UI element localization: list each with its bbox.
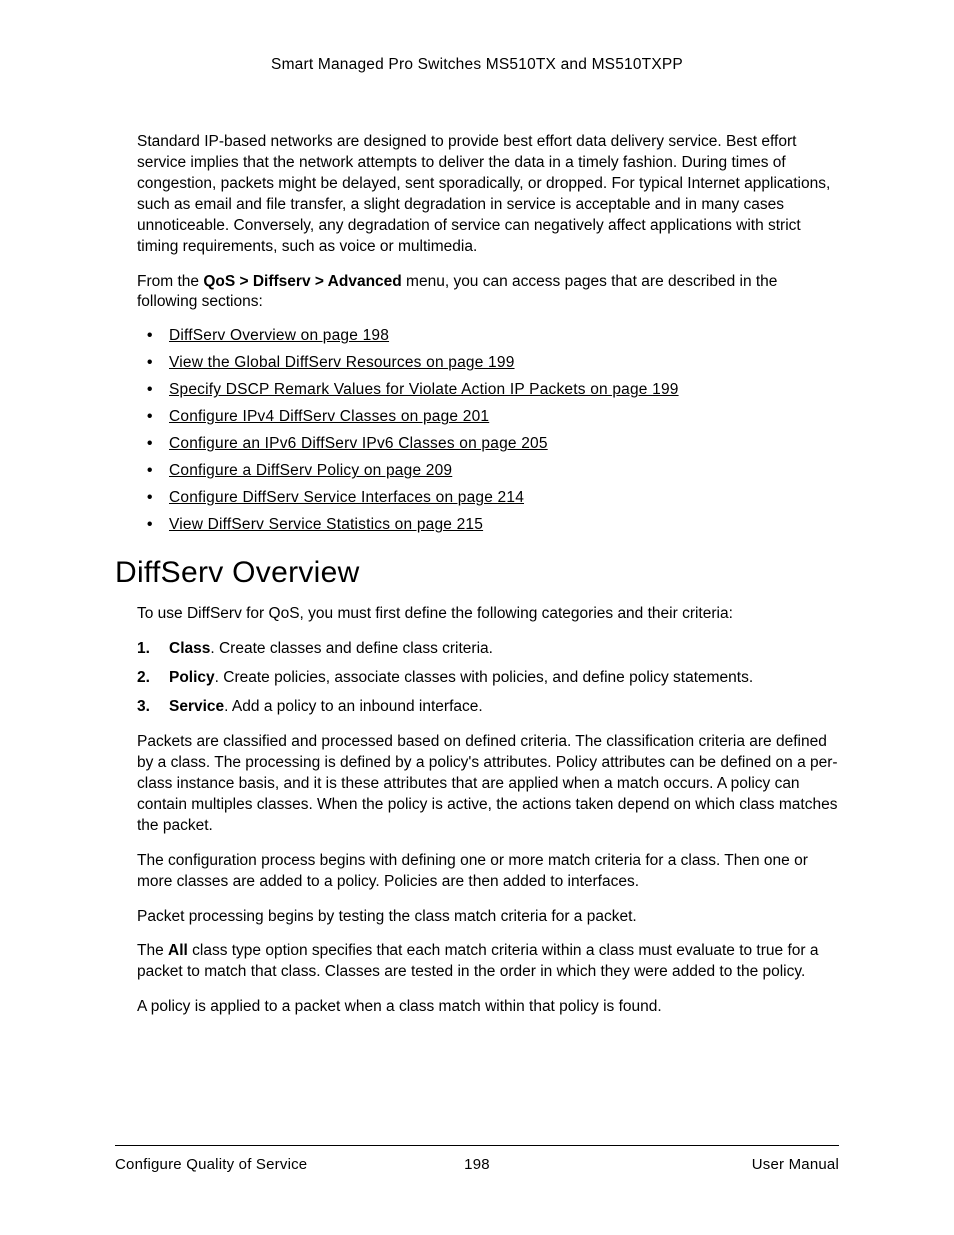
- steps-list: Class. Create classes and define class c…: [137, 639, 839, 718]
- page-header-title: Smart Managed Pro Switches MS510TX and M…: [115, 56, 839, 74]
- section-paragraph-5: A policy is applied to a packet when a c…: [137, 997, 839, 1018]
- link-diffserv-policy[interactable]: Configure a DiffServ Policy on page 209: [169, 462, 452, 479]
- link-diffserv-service-interfaces[interactable]: Configure DiffServ Service Interfaces on…: [169, 489, 524, 506]
- link-dscp-remark-values[interactable]: Specify DSCP Remark Values for Violate A…: [169, 381, 679, 398]
- p4-bold: All: [168, 942, 188, 959]
- step-policy: Policy. Create policies, associate class…: [137, 668, 839, 689]
- link-ipv4-diffserv-classes[interactable]: Configure IPv4 DiffServ Classes on page …: [169, 408, 489, 425]
- section-heading-diffserv-overview: DiffServ Overview: [115, 556, 839, 590]
- step-term: Policy: [169, 669, 215, 686]
- section-lead: To use DiffServ for QoS, you must first …: [137, 604, 839, 625]
- section-links-list: DiffServ Overview on page 198 View the G…: [137, 327, 839, 534]
- link-diffserv-service-statistics[interactable]: View DiffServ Service Statistics on page…: [169, 516, 483, 533]
- footer-rule: [115, 1145, 839, 1146]
- step-text: . Create policies, associate classes wit…: [215, 669, 753, 686]
- step-text: . Create classes and define class criter…: [210, 640, 493, 657]
- menu-path: QoS > Diffserv > Advanced: [203, 273, 401, 290]
- list-item: Specify DSCP Remark Values for Violate A…: [137, 381, 839, 399]
- footer-row: Configure Quality of Service 198 User Ma…: [115, 1156, 839, 1173]
- list-item: Configure DiffServ Service Interfaces on…: [137, 489, 839, 507]
- p4-pre: The: [137, 942, 168, 959]
- intro-paragraph-1: Standard IP-based networks are designed …: [137, 132, 839, 258]
- section-paragraph-3: Packet processing begins by testing the …: [137, 907, 839, 928]
- link-global-diffserv-resources[interactable]: View the Global DiffServ Resources on pa…: [169, 354, 515, 371]
- page-footer: Configure Quality of Service 198 User Ma…: [115, 1145, 839, 1173]
- list-item: Configure IPv4 DiffServ Classes on page …: [137, 408, 839, 426]
- section-paragraph-1: Packets are classified and processed bas…: [137, 732, 839, 837]
- section-paragraph-2: The configuration process begins with de…: [137, 851, 839, 893]
- step-service: Service. Add a policy to an inbound inte…: [137, 697, 839, 718]
- list-item: Configure an IPv6 DiffServ IPv6 Classes …: [137, 435, 839, 453]
- page: Smart Managed Pro Switches MS510TX and M…: [0, 0, 954, 1235]
- section-paragraph-4: The All class type option specifies that…: [137, 941, 839, 983]
- link-diffserv-overview[interactable]: DiffServ Overview on page 198: [169, 327, 389, 344]
- footer-page-number: 198: [115, 1156, 839, 1173]
- p4-post: class type option specifies that each ma…: [137, 942, 818, 980]
- intro-p2-pre: From the: [137, 273, 203, 290]
- list-item: DiffServ Overview on page 198: [137, 327, 839, 345]
- intro-paragraph-2: From the QoS > Diffserv > Advanced menu,…: [137, 272, 839, 314]
- link-ipv6-diffserv-classes[interactable]: Configure an IPv6 DiffServ IPv6 Classes …: [169, 435, 548, 452]
- step-class: Class. Create classes and define class c…: [137, 639, 839, 660]
- list-item: Configure a DiffServ Policy on page 209: [137, 462, 839, 480]
- list-item: View DiffServ Service Statistics on page…: [137, 516, 839, 534]
- step-term: Class: [169, 640, 210, 657]
- list-item: View the Global DiffServ Resources on pa…: [137, 354, 839, 372]
- step-term: Service: [169, 698, 224, 715]
- step-text: . Add a policy to an inbound interface.: [224, 698, 483, 715]
